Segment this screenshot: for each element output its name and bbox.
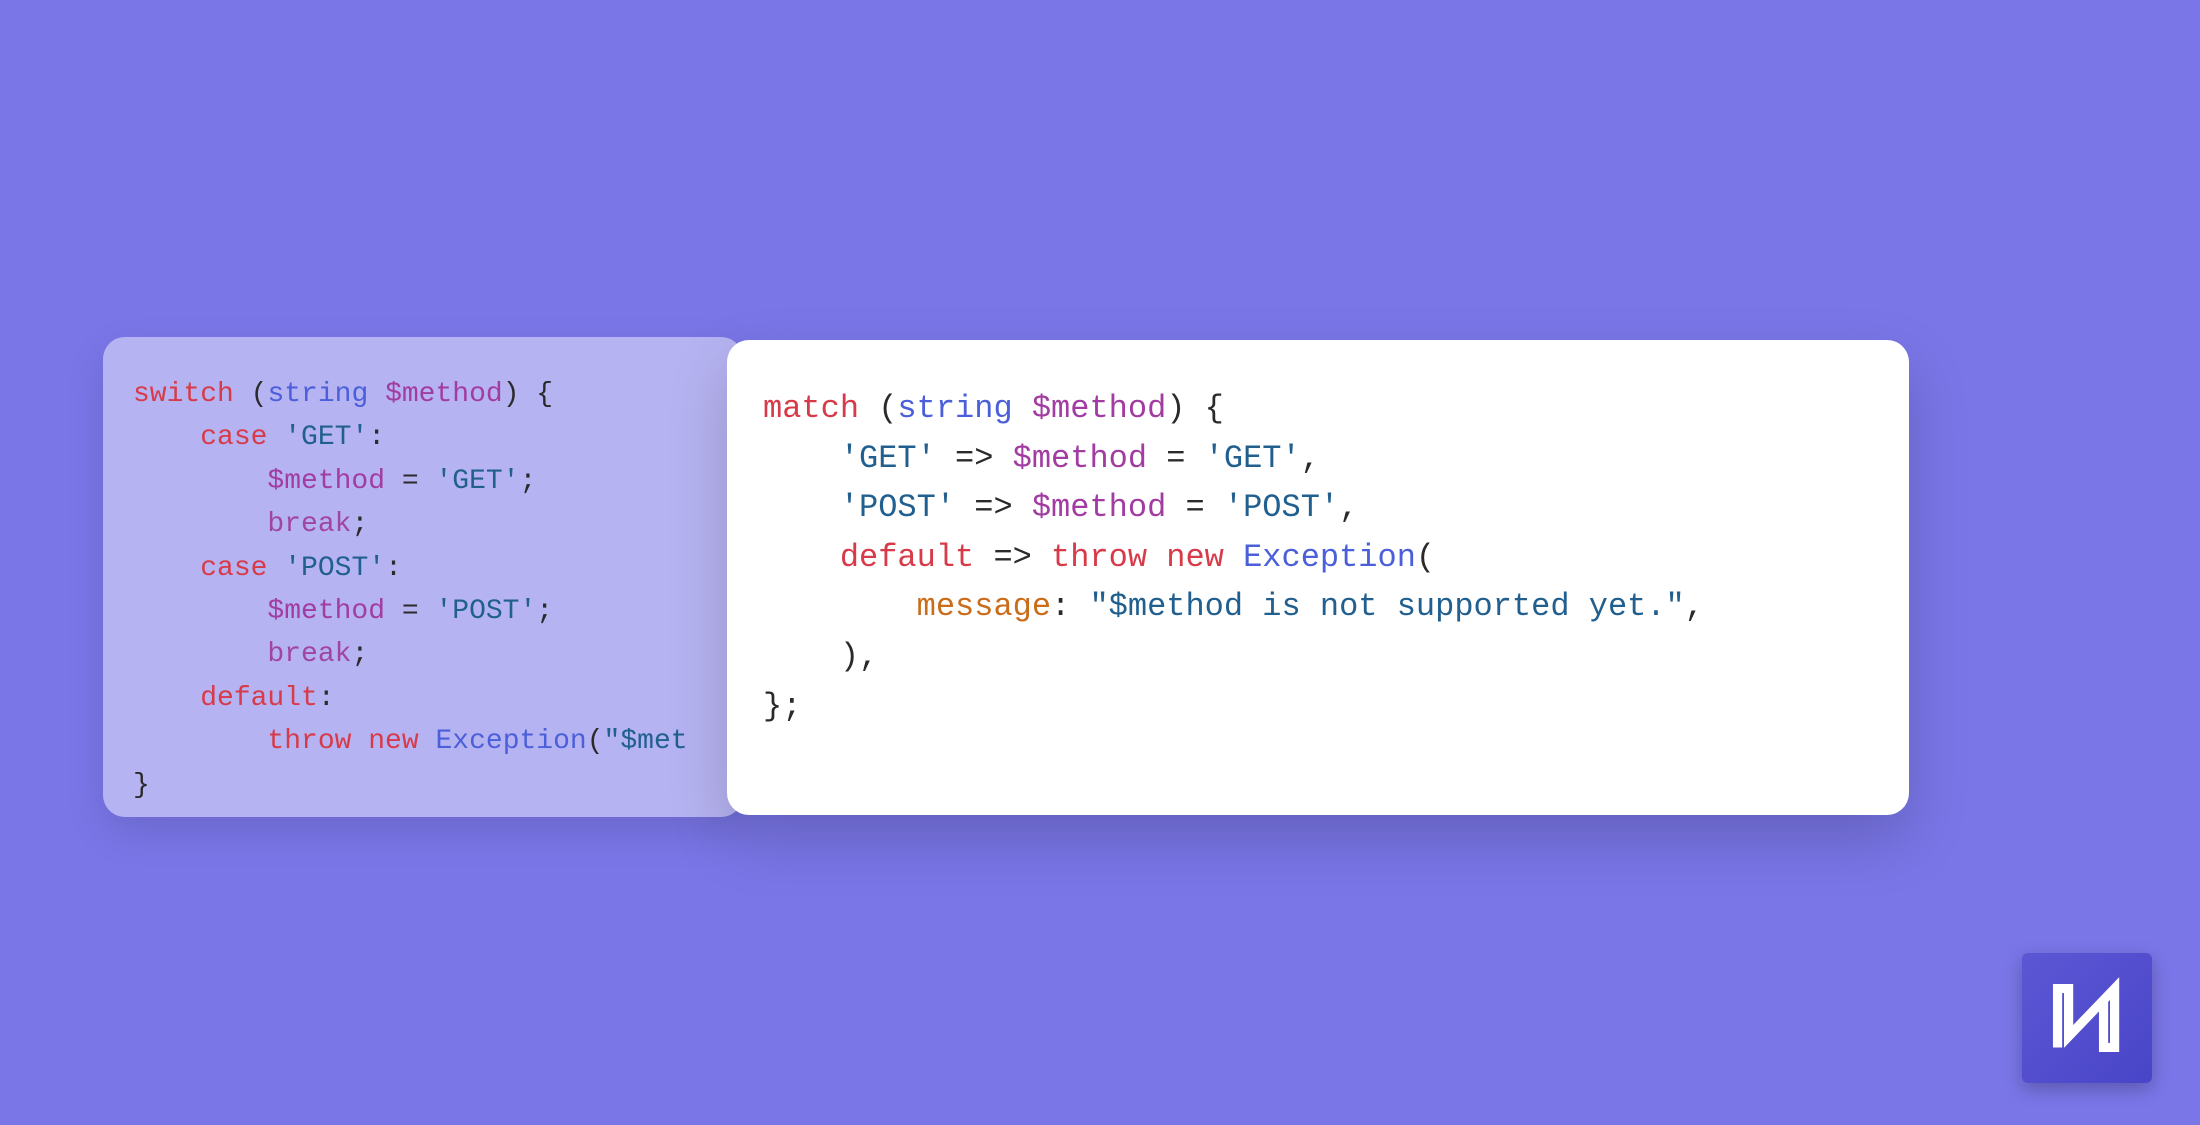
kw-switch: switch <box>133 379 234 410</box>
brand-logo <box>2022 953 2152 1083</box>
code-block-right: match (string $method) { 'GET' => $metho… <box>763 384 1873 731</box>
kw-new: new <box>368 726 418 757</box>
code-block-left: switch (string $method) { case 'GET': $m… <box>133 373 713 807</box>
logo-icon <box>2041 972 2133 1064</box>
named-arg: message <box>917 588 1051 625</box>
kw-break: break <box>267 509 351 540</box>
kw-case: case <box>200 422 267 453</box>
kw-match: match <box>763 390 859 427</box>
code-card-switch: switch (string $method) { case 'GET': $m… <box>103 337 743 817</box>
code-card-match: match (string $method) { 'GET' => $metho… <box>727 340 1909 815</box>
kw-throw: throw <box>267 726 351 757</box>
kw-default: default <box>200 683 318 714</box>
class-exception: Exception <box>435 726 586 757</box>
